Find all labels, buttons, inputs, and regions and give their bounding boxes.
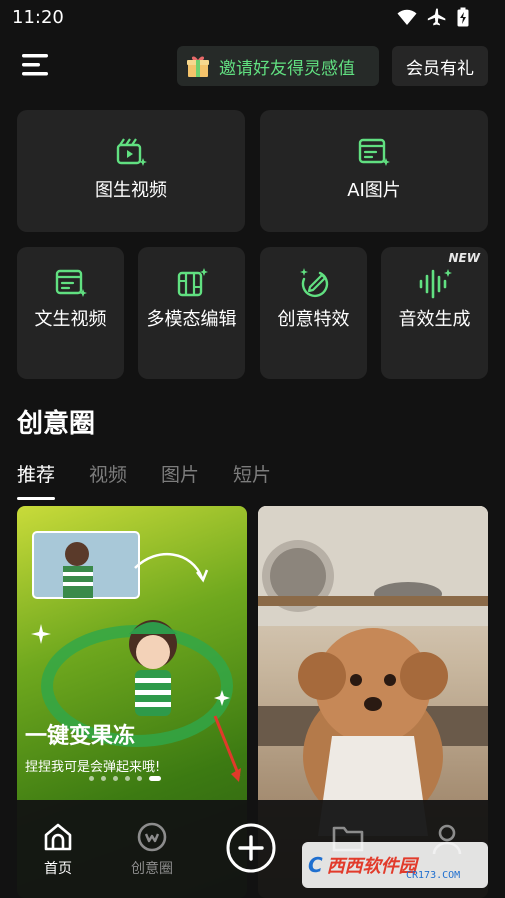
wifi-icon bbox=[397, 9, 417, 25]
tab-video[interactable]: 视频 bbox=[89, 460, 127, 494]
watermark-url: CR173.COM bbox=[406, 870, 461, 881]
menu-button[interactable] bbox=[20, 52, 52, 78]
watermark-text: 西西软件园 bbox=[326, 856, 417, 877]
nav-creative-circle[interactable]: 创意圈 bbox=[112, 820, 192, 878]
invite-label: 邀请好友得灵感值 bbox=[219, 58, 355, 79]
add-icon bbox=[226, 823, 276, 873]
carousel-dot bbox=[125, 776, 130, 781]
card-title: 一键变果冻 bbox=[25, 724, 136, 749]
tool-label: 创意特效 bbox=[277, 309, 350, 330]
multimodal-edit-icon bbox=[177, 268, 208, 297]
watermark-logo: C bbox=[308, 853, 323, 877]
tool-ai-image[interactable]: AI图片 bbox=[260, 110, 488, 232]
tool-label: AI图片 bbox=[347, 180, 401, 201]
nav-home-label: 首页 bbox=[44, 861, 72, 877]
status-icons bbox=[397, 7, 469, 27]
tool-text-to-video[interactable]: 文生视频 bbox=[17, 247, 124, 379]
new-badge: NEW bbox=[448, 251, 480, 265]
tool-label: 图生视频 bbox=[95, 180, 167, 201]
ai-image-icon bbox=[358, 138, 390, 166]
feed-tabs: 推荐 视频 图片 短片 bbox=[17, 460, 271, 500]
tool-label: 文生视频 bbox=[34, 309, 107, 330]
carousel-dot bbox=[101, 776, 106, 781]
status-time: 11:20 bbox=[12, 7, 64, 28]
tab-recommended[interactable]: 推荐 bbox=[17, 460, 56, 500]
tab-short-film[interactable]: 短片 bbox=[233, 460, 271, 494]
tool-label: 音效生成 bbox=[398, 309, 471, 330]
home-icon bbox=[44, 823, 72, 851]
battery-charging-icon bbox=[457, 7, 469, 27]
sound-effect-icon bbox=[419, 269, 452, 299]
airplane-icon bbox=[427, 8, 446, 26]
tab-image[interactable]: 图片 bbox=[161, 460, 199, 494]
site-watermark: C 西西软件园 CR173.COM bbox=[302, 842, 488, 888]
creative-circle-icon bbox=[137, 822, 167, 852]
text-to-video-icon bbox=[55, 269, 87, 297]
invite-friends-button[interactable]: 邀请好友得灵感值 bbox=[177, 46, 379, 86]
carousel-dots bbox=[89, 776, 161, 781]
create-button[interactable] bbox=[225, 822, 277, 874]
card-subtitle: 捏捏我可是会弹起来哦! bbox=[25, 760, 161, 775]
section-title: 创意圈 bbox=[17, 409, 96, 439]
image-to-video-icon bbox=[116, 138, 147, 166]
menu-icon bbox=[22, 54, 48, 76]
status-bar: 11:20 bbox=[0, 0, 505, 34]
tool-sound-effect[interactable]: NEW 音效生成 bbox=[381, 247, 488, 379]
carousel-dot bbox=[89, 776, 94, 781]
nav-creative-circle-label: 创意圈 bbox=[131, 861, 173, 877]
tool-label: 多模态编辑 bbox=[146, 309, 237, 330]
carousel-dot bbox=[113, 776, 118, 781]
top-header: 邀请好友得灵感值 会员有礼 bbox=[0, 44, 505, 88]
vip-gift-button[interactable]: 会员有礼 bbox=[392, 46, 488, 86]
tool-creative-effects[interactable]: 创意特效 bbox=[260, 247, 367, 379]
tool-image-to-video[interactable]: 图生视频 bbox=[17, 110, 245, 232]
gift-icon bbox=[187, 56, 209, 77]
tool-multimodal-edit[interactable]: 多模态编辑 bbox=[138, 247, 245, 379]
carousel-dot bbox=[137, 776, 142, 781]
carousel-dot-active bbox=[149, 776, 161, 781]
nav-home[interactable]: 首页 bbox=[18, 820, 98, 878]
creative-effects-icon bbox=[299, 268, 328, 298]
